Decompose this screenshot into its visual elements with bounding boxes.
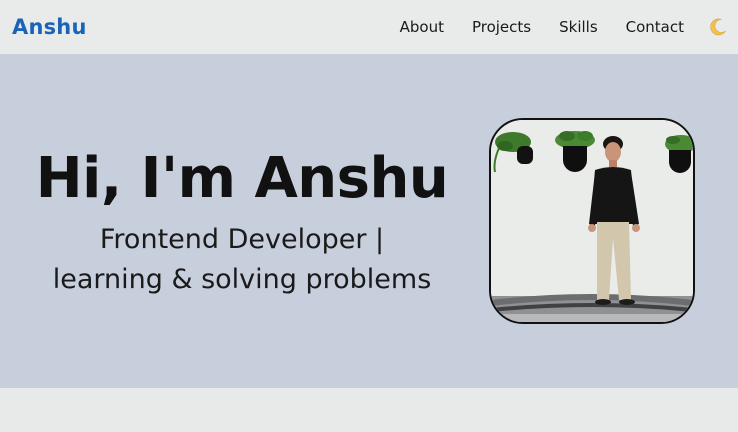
footer-strip (0, 388, 738, 432)
moon-icon (710, 18, 726, 36)
brand-logo[interactable]: Anshu (12, 15, 87, 39)
hero-title: Hi, I'm Anshu (35, 146, 449, 211)
nav-link-about[interactable]: About (400, 18, 444, 36)
hero-text: Hi, I'm Anshu Frontend Developer | learn… (22, 146, 462, 300)
hero-section: Hi, I'm Anshu Frontend Developer | learn… (0, 54, 738, 388)
profile-photo-image (491, 120, 693, 322)
theme-toggle-button[interactable] (708, 17, 728, 37)
nav-links: About Projects Skills Contact (400, 17, 728, 37)
hero-subtitle-line1: Frontend Developer | (99, 224, 385, 255)
hero-subtitle-line2: learning & solving problems (52, 264, 432, 295)
profile-photo (489, 118, 695, 324)
navbar: Anshu About Projects Skills Contact (0, 0, 738, 54)
hero-subtitle: Frontend Developer | learning & solving … (22, 220, 462, 300)
nav-link-projects[interactable]: Projects (472, 18, 531, 36)
nav-link-contact[interactable]: Contact (626, 18, 684, 36)
nav-link-skills[interactable]: Skills (559, 18, 598, 36)
